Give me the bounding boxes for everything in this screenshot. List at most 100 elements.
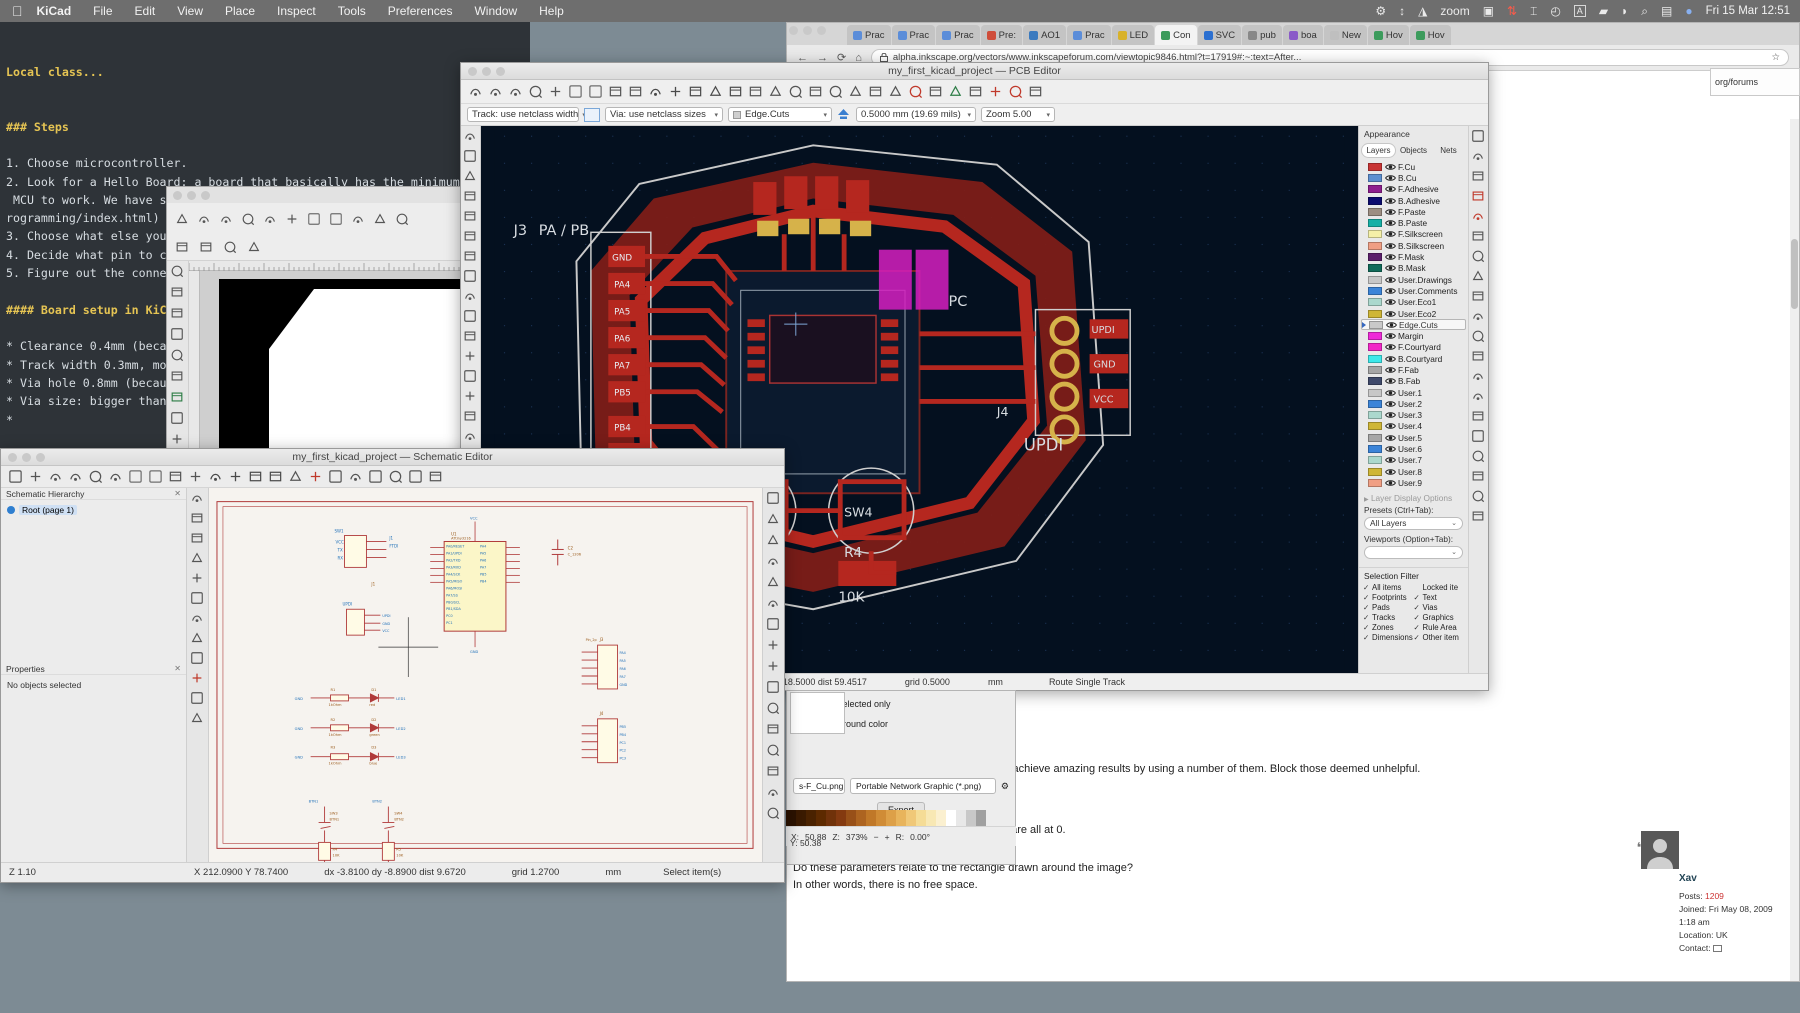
layer-color-swatch[interactable]: [1368, 445, 1382, 454]
layer-pair-icon[interactable]: [837, 108, 851, 121]
layer-visibility-eye-icon[interactable]: [1385, 197, 1396, 205]
undo-icon[interactable]: [307, 212, 322, 227]
checkbox-icon[interactable]: ✓: [1363, 593, 1370, 602]
zoom-icon[interactable]: [36, 453, 45, 462]
selection-filter-item[interactable]: ✓ Footprints: [1363, 593, 1414, 603]
route-track-icon[interactable]: [1471, 189, 1486, 204]
set-origin-icon[interactable]: [1471, 469, 1486, 484]
layer-row[interactable]: User.5: [1361, 432, 1466, 443]
group-icon[interactable]: [827, 83, 844, 100]
palette-swatch[interactable]: [926, 810, 936, 826]
redo-icon[interactable]: [587, 83, 604, 100]
browser-tab-strip[interactable]: Prac Prac Prac Pre: AO1 Prac LED Con SVC pub boa Ne…: [787, 23, 1799, 45]
layer-row[interactable]: F.Adhesive: [1361, 184, 1466, 195]
apple-logo-icon[interactable]: : [12, 3, 23, 19]
browser-tab[interactable]: Hov: [1409, 25, 1451, 45]
browser-scrollbar[interactable]: [1790, 119, 1799, 981]
checkbox-icon[interactable]: ✓: [1414, 623, 1421, 632]
close-icon[interactable]: ✕: [174, 489, 181, 498]
sim-probe-icon[interactable]: [190, 691, 205, 706]
layer-color-swatch[interactable]: [1368, 219, 1382, 228]
zoom-area-icon[interactable]: [727, 83, 744, 100]
layer-row[interactable]: B.Fab: [1361, 376, 1466, 387]
menubar-zoom-label[interactable]: zoom: [1440, 4, 1469, 18]
palette-swatch[interactable]: [896, 810, 906, 826]
layer-visibility-eye-icon[interactable]: [1385, 185, 1396, 193]
place-footprint-icon[interactable]: [1471, 249, 1486, 264]
wifi-icon[interactable]: ◗: [1621, 4, 1628, 18]
zoom-in-icon[interactable]: +: [885, 832, 890, 842]
print-icon[interactable]: [87, 468, 104, 485]
symbol-editor-icon[interactable]: [327, 468, 344, 485]
layer-color-swatch[interactable]: [1368, 241, 1382, 250]
schematic-right-toolbar[interactable]: [762, 488, 784, 862]
layer-visibility-eye-icon[interactable]: [1385, 230, 1396, 238]
zoom-out-icon[interactable]: [227, 468, 244, 485]
new-icon[interactable]: [7, 468, 24, 485]
print-icon[interactable]: [241, 212, 256, 227]
3dbox-tool-icon[interactable]: [170, 390, 186, 404]
triangle-icon[interactable]: ◮: [1418, 4, 1427, 18]
menu-view[interactable]: View: [177, 4, 203, 18]
spiral-tool-icon[interactable]: [170, 432, 186, 446]
line-style-icon[interactable]: [190, 631, 205, 646]
net-highlight-icon[interactable]: [190, 651, 205, 666]
checkbox-icon[interactable]: ✓: [1363, 633, 1370, 642]
layer-row[interactable]: User.9: [1361, 477, 1466, 488]
checkbox-icon[interactable]: ✓: [1414, 633, 1421, 642]
selection-filter-item[interactable]: Locked ite: [1414, 583, 1465, 593]
select-tool-icon[interactable]: [170, 264, 186, 278]
open-icon[interactable]: [27, 468, 44, 485]
browser-tab[interactable]: Con: [1155, 25, 1197, 45]
palette-swatch[interactable]: [856, 810, 866, 826]
drawing-sheet-icon[interactable]: [463, 389, 478, 404]
palette-swatch[interactable]: [836, 810, 846, 826]
input-source-icon[interactable]: A: [1573, 5, 1586, 17]
via-size-select[interactable]: Via: use netclass sizes ▾: [605, 107, 723, 122]
layer-visibility-eye-icon[interactable]: [1385, 343, 1396, 351]
layer-color-swatch[interactable]: [1368, 230, 1382, 239]
layer-visibility-eye-icon[interactable]: [1385, 208, 1396, 216]
hidden-pins-icon[interactable]: [190, 611, 205, 626]
ink-zoom-value[interactable]: 373%: [846, 832, 868, 842]
add-text-icon[interactable]: [1471, 409, 1486, 424]
cut-icon[interactable]: [373, 212, 388, 227]
layer-color-swatch[interactable]: [1368, 185, 1382, 194]
layer-color-swatch[interactable]: [1368, 343, 1382, 352]
place-symbol-icon[interactable]: [766, 533, 781, 548]
find-icon[interactable]: [167, 468, 184, 485]
appearance-tab-layers[interactable]: Layers: [1362, 144, 1395, 157]
layer-row[interactable]: B.Mask: [1361, 263, 1466, 274]
layer-row[interactable]: Edge.Cuts: [1361, 319, 1466, 331]
browser-tab[interactable]: Hov: [1367, 25, 1409, 45]
zoom-objects-icon[interactable]: [707, 83, 724, 100]
library-icon[interactable]: [427, 468, 444, 485]
plot-icon[interactable]: [107, 468, 124, 485]
layer-row[interactable]: B.Courtyard: [1361, 353, 1466, 364]
layer-row[interactable]: F.Fab: [1361, 364, 1466, 375]
draw-bus-icon[interactable]: [766, 596, 781, 611]
browser-tab[interactable]: SVC: [1197, 25, 1242, 45]
layer-color-swatch[interactable]: [1368, 196, 1382, 205]
minimize-icon[interactable]: [22, 453, 31, 462]
export-format-select[interactable]: Portable Network Graphic (*.png): [850, 778, 996, 794]
units-in-icon[interactable]: [190, 531, 205, 546]
drc-icon[interactable]: [907, 83, 924, 100]
highlight-net-icon[interactable]: [463, 169, 478, 184]
grid-toggle-icon[interactable]: [463, 249, 478, 264]
layer-visibility-eye-icon[interactable]: [1385, 468, 1396, 476]
viewports-select[interactable]: ⌄: [1364, 545, 1463, 559]
menu-tools[interactable]: Tools: [338, 4, 366, 18]
layer-visibility-eye-icon[interactable]: [1385, 389, 1396, 397]
sort-icon[interactable]: ↕: [1399, 4, 1405, 18]
tune-length-icon[interactable]: [1471, 229, 1486, 244]
zoom-select[interactable]: Zoom 5.00 ▾: [981, 107, 1055, 122]
hierarchy-root-node[interactable]: Root (page 1): [1, 500, 186, 520]
pad-display-icon[interactable]: [463, 309, 478, 324]
menu-kicad[interactable]: KiCad: [37, 4, 72, 18]
layer-color-swatch[interactable]: [1368, 433, 1382, 442]
layer-color-swatch[interactable]: [1368, 207, 1382, 216]
close-icon[interactable]: ✕: [174, 664, 181, 673]
schematic-hierarchy-panel[interactable]: Schematic Hierarchy ✕ Root (page 1): [1, 488, 187, 663]
footprint-assign-icon[interactable]: [347, 468, 364, 485]
